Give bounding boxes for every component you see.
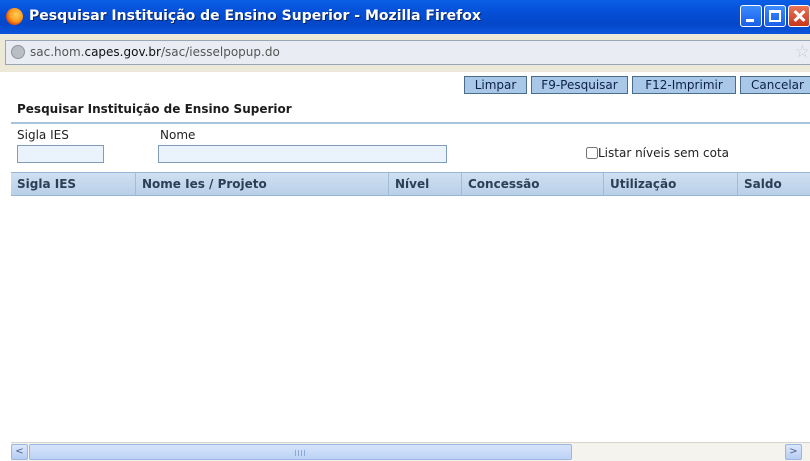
url-prefix: sac.hom.: [30, 45, 85, 59]
url-path: /sac/iesselpopup.do: [160, 45, 280, 59]
nome-label: Nome: [160, 128, 196, 142]
site-identity-icon[interactable]: [11, 45, 25, 59]
results-grid-body: [11, 196, 810, 442]
maximize-button[interactable]: [764, 5, 786, 27]
limpar-button[interactable]: Limpar: [464, 76, 527, 94]
column-header-utilizacao[interactable]: Utilização: [604, 173, 738, 195]
column-header-nome-ies-projeto[interactable]: Nome Ies / Projeto: [136, 173, 389, 195]
results-grid-header: Sigla IES Nome Ies / Projeto Nível Conce…: [11, 172, 810, 196]
page-title: Pesquisar Instituição de Ensino Superior: [17, 102, 292, 116]
cancelar-button[interactable]: Cancelar: [740, 76, 810, 94]
sigla-ies-label: Sigla IES: [17, 128, 69, 142]
imprimir-button[interactable]: F12-Imprimir: [632, 76, 736, 94]
scroll-right-button[interactable]: >: [785, 444, 802, 460]
firefox-icon: [6, 8, 23, 25]
title-divider: [11, 122, 810, 124]
column-header-nivel[interactable]: Nível: [389, 173, 462, 195]
minimize-button[interactable]: [740, 5, 762, 27]
bookmark-star-icon[interactable]: ☆: [795, 42, 810, 62]
pesquisar-button[interactable]: F9-Pesquisar: [531, 76, 628, 94]
url-field[interactable]: sac.hom.capes.gov.br/sac/iesselpopup.do …: [5, 40, 810, 65]
url-domain: capes.gov.br: [84, 45, 161, 59]
address-bar: sac.hom.capes.gov.br/sac/iesselpopup.do …: [0, 34, 810, 72]
window-title: Pesquisar Instituição de Ensino Superior…: [29, 8, 481, 24]
url-text: sac.hom.capes.gov.br/sac/iesselpopup.do: [30, 45, 280, 59]
column-header-saldo[interactable]: Saldo: [738, 173, 810, 195]
scroll-thumb[interactable]: [29, 444, 572, 460]
window-titlebar[interactable]: Pesquisar Instituição de Ensino Superior…: [0, 0, 810, 35]
nome-input[interactable]: [158, 145, 447, 163]
listar-niveis-label: Listar níveis sem cota: [598, 146, 730, 160]
column-header-sigla-ies[interactable]: Sigla IES: [11, 173, 136, 195]
scroll-grip-icon: [295, 450, 307, 456]
scroll-left-button[interactable]: <: [11, 444, 28, 460]
horizontal-scrollbar[interactable]: < >: [11, 442, 810, 461]
sigla-ies-input[interactable]: [17, 145, 104, 163]
close-button[interactable]: [788, 5, 810, 27]
column-header-concessao[interactable]: Concessão: [462, 173, 604, 195]
listar-niveis-checkbox[interactable]: [586, 147, 598, 159]
